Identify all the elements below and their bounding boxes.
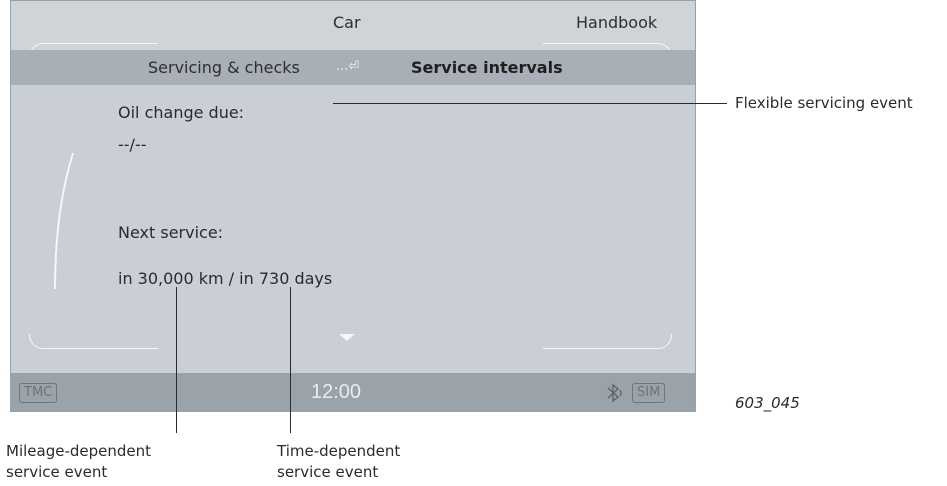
leader-flexible bbox=[333, 103, 727, 104]
callout-time-line2: service event bbox=[277, 463, 379, 481]
oil-change-label: Oil change due: bbox=[118, 103, 245, 122]
content-area: Oil change due: --/-- Next service: in 3… bbox=[11, 85, 695, 373]
leader-time bbox=[290, 287, 291, 433]
callout-mileage-line1: Mileage-dependent bbox=[6, 442, 152, 460]
breadcrumb-parent[interactable]: Servicing & checks bbox=[148, 58, 300, 77]
next-service-value: in 30,000 km / in 730 days bbox=[118, 269, 333, 288]
callout-mileage-line2: service event bbox=[6, 463, 108, 481]
next-service-label: Next service: bbox=[118, 223, 224, 242]
back-icon[interactable]: ...⏎ bbox=[336, 59, 359, 74]
oil-change-value: --/-- bbox=[118, 135, 147, 154]
chevron-down-icon[interactable] bbox=[339, 334, 355, 341]
scroll-arc-icon[interactable] bbox=[51, 151, 77, 291]
left-bottom-outline bbox=[29, 334, 158, 349]
callout-flexible: Flexible servicing event bbox=[735, 94, 913, 112]
menu-car[interactable]: Car bbox=[333, 13, 361, 32]
figure-id: 603_045 bbox=[735, 394, 800, 412]
bluetooth-icon bbox=[607, 383, 622, 403]
sim-badge: SIM bbox=[632, 383, 666, 403]
page-title: Service intervals bbox=[411, 58, 563, 77]
breadcrumb: Servicing & checks ...⏎ Service interval… bbox=[11, 50, 695, 85]
right-bottom-outline bbox=[543, 334, 672, 349]
clock: 12:00 bbox=[311, 381, 362, 403]
top-menu-bar: Car Handbook bbox=[11, 1, 695, 58]
callout-time-line1: Time-dependent bbox=[277, 442, 401, 460]
menu-handbook[interactable]: Handbook bbox=[576, 13, 657, 32]
callout-mileage: Mileage-dependent service event bbox=[6, 441, 151, 483]
tmc-badge: TMC bbox=[19, 383, 58, 403]
leader-mileage bbox=[176, 287, 177, 433]
callout-time: Time-dependent service event bbox=[277, 441, 400, 483]
infotainment-screen: Car Handbook Servicing & checks ...⏎ Ser… bbox=[10, 0, 696, 412]
status-bar: TMC 12:00 SIM bbox=[11, 373, 695, 411]
